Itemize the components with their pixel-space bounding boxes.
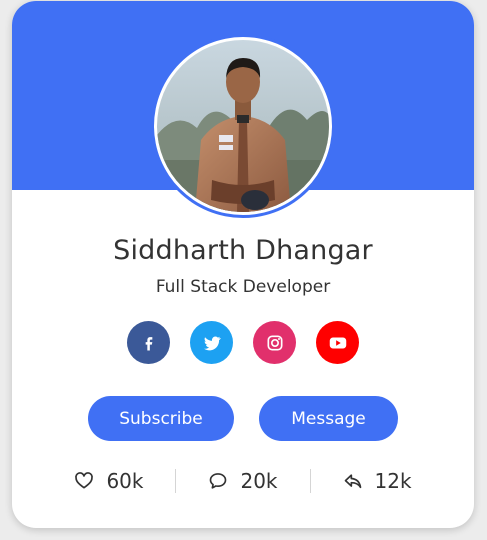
shares-count: 12k <box>374 469 412 493</box>
twitter-icon <box>203 336 221 350</box>
youtube-icon <box>329 337 346 348</box>
share-icon <box>344 474 361 489</box>
likes-count: 60k <box>106 469 144 493</box>
profile-stats: 60k 20k 12k <box>12 469 474 493</box>
social-links <box>12 321 474 364</box>
profile-name: Siddharth Dhangar <box>113 235 373 266</box>
comments-stat[interactable]: 20k <box>175 469 309 493</box>
profile-card: Siddharth Dhangar Full Stack Developer S… <box>12 1 474 528</box>
heart-icon <box>75 472 94 489</box>
twitter-button[interactable] <box>190 321 233 364</box>
avatar <box>157 40 329 212</box>
subscribe-button[interactable]: Subscribe <box>88 396 234 441</box>
instagram-icon <box>267 335 282 350</box>
instagram-button[interactable] <box>253 321 296 364</box>
facebook-button[interactable] <box>127 321 170 364</box>
comment-icon <box>210 473 227 489</box>
shares-stat[interactable]: 12k <box>309 469 444 493</box>
action-buttons: Subscribe Message <box>12 396 474 441</box>
profile-role: Full Stack Developer <box>155 277 331 297</box>
comments-count: 20k <box>240 469 278 493</box>
youtube-button[interactable] <box>316 321 359 364</box>
avatar-frame <box>154 37 332 215</box>
message-button[interactable]: Message <box>259 396 398 441</box>
likes-stat[interactable]: 60k <box>42 469 175 493</box>
facebook-icon <box>145 336 152 350</box>
